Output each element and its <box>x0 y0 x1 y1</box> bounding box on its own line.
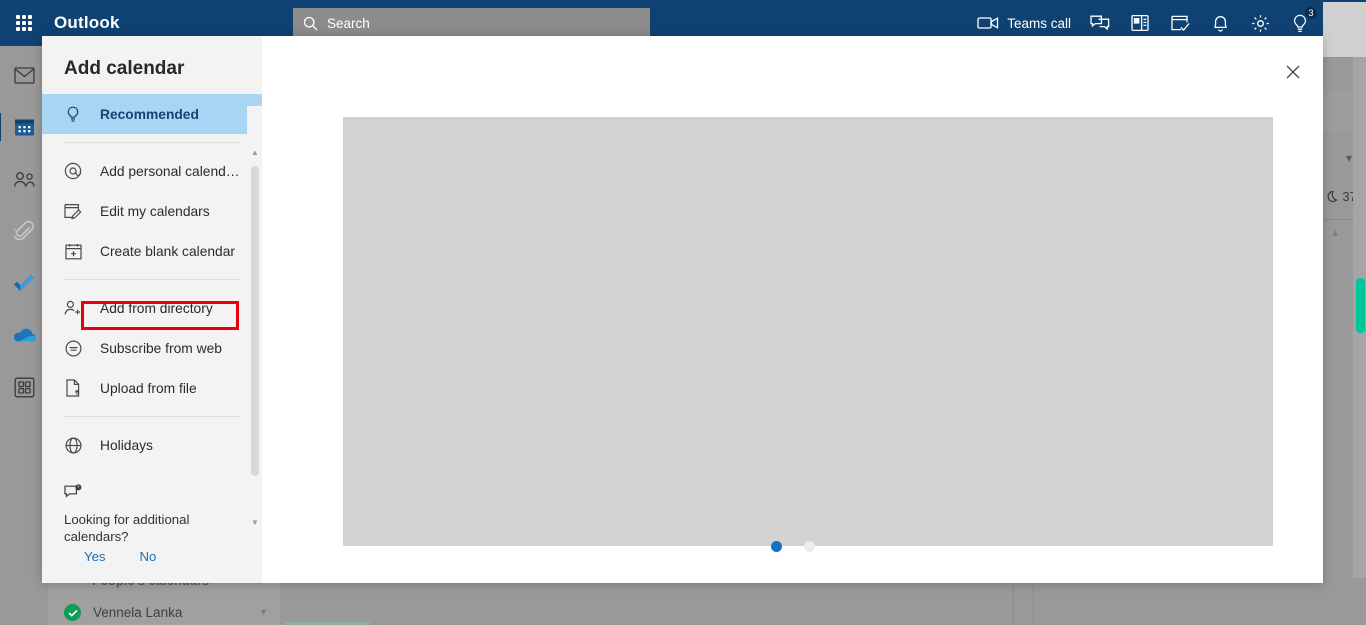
chevron-down-icon[interactable]: ▾ <box>261 607 266 618</box>
screen: ▾ 37° ▲ People's calendars Vennela Lanka… <box>0 0 1366 625</box>
calendar-list-column: People's calendars Vennela Lanka ▾ <box>48 573 280 625</box>
brand-title: Outlook <box>54 13 120 32</box>
dialog-title: Add calendar <box>64 58 185 79</box>
edit-calendar-icon <box>64 203 82 220</box>
nav-label: Create blank calendar <box>100 243 235 259</box>
scroll-up-arrow-icon[interactable]: ▲ <box>250 148 260 158</box>
chevron-down-icon[interactable]: ▾ <box>1346 151 1352 165</box>
nav-label: Add personal calend… <box>100 163 240 179</box>
calendar-list-item-person[interactable]: Vennela Lanka ▾ <box>48 600 280 625</box>
rail-calendar[interactable] <box>0 112 44 142</box>
dialog-sidebar-scrollbar[interactable]: ▲ ▼ <box>247 106 262 536</box>
search-icon <box>303 16 318 31</box>
mail-icon <box>13 66 35 84</box>
waffle-icon <box>16 15 32 31</box>
nav-label: Edit my calendars <box>100 203 210 219</box>
people-icon <box>13 171 35 187</box>
nav-item-recommended[interactable]: Recommended <box>42 94 262 134</box>
rail-todo[interactable] <box>4 268 44 298</box>
nav-item-create-blank-calendar[interactable]: Create blank calendar <box>42 231 262 271</box>
paperclip-icon <box>14 220 34 240</box>
promo-image-placeholder <box>343 117 1273 546</box>
rail-onedrive[interactable] <box>4 320 44 350</box>
carousel-dot-2[interactable] <box>803 541 815 552</box>
globe-icon <box>64 436 82 454</box>
close-button[interactable] <box>1277 56 1309 88</box>
at-sign-icon <box>64 162 82 180</box>
teams-call-icon <box>977 17 999 29</box>
page-scrollbar-thumb[interactable] <box>1356 278 1365 333</box>
page-scrollbar-track[interactable] <box>1353 46 1366 625</box>
caret-up-icon[interactable]: ▲ <box>1330 228 1340 239</box>
bell-icon <box>1213 15 1227 32</box>
close-icon <box>1286 65 1300 79</box>
gear-icon <box>1251 14 1269 32</box>
notification-badge: 3 <box>1304 6 1318 20</box>
person-add-icon <box>64 300 82 316</box>
nav-item-subscribe-from-web[interactable]: Subscribe from web <box>42 328 262 368</box>
left-navigation-rail <box>0 46 48 625</box>
rail-people[interactable] <box>4 164 44 194</box>
nav-label: Upload from file <box>100 380 197 396</box>
feedback-actions: Yes No <box>64 549 254 564</box>
nav-item-add-personal-calendar[interactable]: Add personal calend… <box>42 151 262 191</box>
scrollbar-thumb[interactable] <box>251 166 259 476</box>
lightbulb-icon <box>64 106 82 123</box>
teams-call-label: Teams call <box>1007 15 1071 31</box>
feedback-block: Looking for additional calendars? Yes No <box>64 484 254 564</box>
calendar-plus-icon <box>64 243 82 260</box>
avatar[interactable] <box>1323 2 1366 57</box>
chat-icon <box>1090 15 1110 31</box>
calendar-person-name: Vennela Lanka <box>93 605 183 620</box>
moon-cloud-icon <box>1327 190 1339 202</box>
checked-icon[interactable] <box>64 604 81 621</box>
feedback-no-link[interactable]: No <box>140 549 157 564</box>
rail-files[interactable] <box>4 216 44 246</box>
nav-item-holidays[interactable]: Holidays <box>42 425 262 465</box>
divider <box>64 279 240 280</box>
nav-item-upload-from-file[interactable]: Upload from file <box>42 368 262 408</box>
globe-link-icon <box>64 339 82 357</box>
check-icon <box>14 274 34 291</box>
nav-label: Recommended <box>100 106 199 122</box>
feedback-question: Looking for additional calendars? <box>64 512 190 544</box>
nav-label: Subscribe from web <box>100 340 222 356</box>
feedback-bubble-icon <box>64 484 254 506</box>
nav-item-add-from-directory[interactable]: Add from directory <box>42 288 262 328</box>
task-check-icon <box>1170 15 1189 31</box>
feedback-yes-link[interactable]: Yes <box>84 549 106 564</box>
apps-grid-icon <box>14 377 34 397</box>
dialog-content-panel <box>262 36 1323 583</box>
divider <box>64 416 240 417</box>
calendar-icon <box>14 119 34 136</box>
search-placeholder: Search <box>327 16 370 31</box>
calendar-bottom-strip: People's calendars Vennela Lanka ▾ 5 AM … <box>48 573 1366 625</box>
rail-apps[interactable] <box>4 372 44 402</box>
cloud-icon <box>13 328 36 342</box>
nav-label: Holidays <box>100 437 153 453</box>
contacts-card-icon <box>1131 14 1149 32</box>
nav-label: Add from directory <box>100 300 213 316</box>
search-input[interactable]: Search <box>293 8 650 39</box>
column-divider <box>1033 578 1034 625</box>
nav-item-edit-my-calendars[interactable]: Edit my calendars <box>42 191 262 231</box>
column-divider <box>1013 578 1014 625</box>
add-calendar-dialog: Add calendar Recommended Add personal ca… <box>42 36 1323 583</box>
dialog-sidebar: Add calendar Recommended Add personal ca… <box>42 36 262 583</box>
rail-mail[interactable] <box>4 60 44 90</box>
app-launcher-button[interactable] <box>0 0 48 46</box>
file-upload-icon <box>64 379 82 397</box>
carousel-dots <box>262 541 1323 552</box>
carousel-dot-1[interactable] <box>770 541 782 552</box>
dialog-nav-list: Recommended Add personal calend… Edit my… <box>42 94 262 465</box>
divider <box>64 142 240 143</box>
